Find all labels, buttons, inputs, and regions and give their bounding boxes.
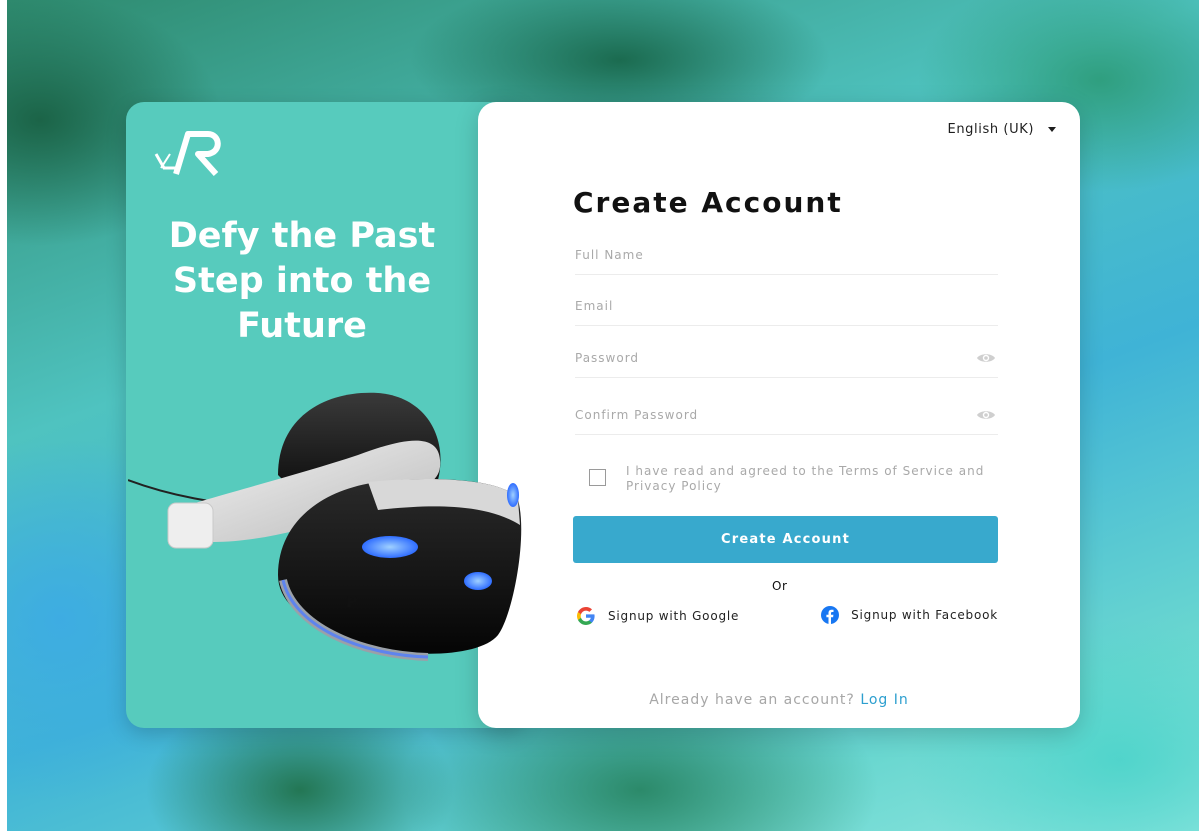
vr-logo-icon [154,131,221,176]
signup-google-button[interactable]: Signup with Google [576,606,739,626]
page-title: Create Account [573,186,843,219]
signup-card: English (UK) Create Account I have read … [478,102,1080,728]
confirm-password-input[interactable] [575,400,955,430]
google-icon [577,607,595,625]
create-account-button[interactable]: Create Account [573,516,998,563]
eye-icon[interactable] [976,351,996,365]
vr-headset-image: P [128,392,522,661]
language-label: English (UK) [947,122,1034,137]
eye-icon[interactable] [976,408,996,422]
facebook-icon [821,606,840,624]
terms-agreement: I have read and agreed to the Terms of S… [589,464,986,494]
language-selector[interactable]: English (UK) [948,122,1056,137]
google-label: Signup with Google [608,609,740,623]
email-field [575,291,998,326]
signup-facebook-button[interactable]: Signup with Facebook [821,606,998,624]
confirm-password-field [575,400,998,435]
full-name-input[interactable] [575,240,955,270]
hero-tagline: Defy the Past Step into the Future [126,214,478,349]
tagline-line-3: Future [237,306,367,346]
full-name-field [575,240,998,275]
password-field [575,343,998,378]
chevron-down-icon [1048,127,1056,132]
terms-label: I have read and agreed to the Terms of S… [626,464,985,493]
left-edge-strip [0,0,7,831]
login-prompt: Already have an account? Log In [478,692,1080,708]
login-link[interactable]: Log In [860,692,908,708]
tagline-line-2: Step into the [172,261,432,301]
login-prompt-text: Already have an account? [649,692,855,708]
password-input[interactable] [575,343,955,373]
facebook-label: Signup with Facebook [851,608,998,622]
svg-text:P: P [346,592,358,611]
or-divider: Or [772,579,788,593]
terms-checkbox[interactable] [589,469,606,486]
tagline-line-1: Defy the Past [168,216,436,256]
email-input[interactable] [575,291,955,321]
